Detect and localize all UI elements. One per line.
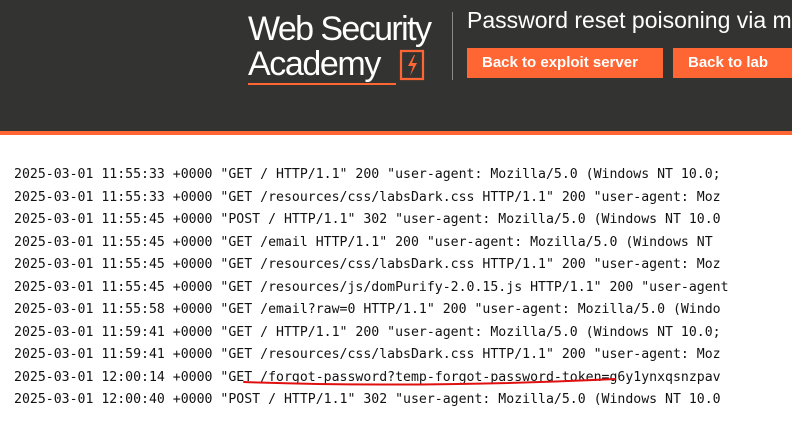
log-line: 2025-03-01 11:55:45 +0000 "GET /resource… bbox=[14, 279, 729, 295]
lab-title: Password reset poisoning via m bbox=[467, 7, 792, 33]
log-line: 2025-03-01 12:00:14 +0000 "GET /forgot-p… bbox=[14, 369, 721, 385]
log-line: 2025-03-01 11:55:58 +0000 "GET /email?ra… bbox=[14, 302, 721, 317]
log-line: 2025-03-01 11:55:45 +0000 "POST / HTTP/1… bbox=[14, 212, 721, 227]
log-line: 2025-03-01 11:55:33 +0000 "GET / HTTP/1.… bbox=[14, 167, 721, 182]
lightning-bolt-icon bbox=[399, 49, 425, 81]
back-to-lab-button[interactable]: Back to lab bbox=[673, 48, 792, 78]
logo-text-line2: Academy bbox=[248, 45, 381, 83]
logo-text-line1: Web Security bbox=[248, 10, 432, 48]
log-line: 2025-03-01 11:55:45 +0000 "GET /resource… bbox=[14, 257, 721, 272]
back-to-exploit-server-button[interactable]: Back to exploit server bbox=[467, 48, 663, 78]
log-line: 2025-03-01 11:55:45 +0000 "GET /email HT… bbox=[14, 234, 713, 250]
log-line: 2025-03-01 11:59:41 +0000 "GET /resource… bbox=[14, 347, 721, 362]
header-divider bbox=[452, 12, 453, 80]
header-accent-bar bbox=[0, 131, 792, 135]
log-line: 2025-03-01 12:00:40 +0000 "POST / HTTP/1… bbox=[14, 392, 721, 407]
log-line: 2025-03-01 11:59:41 +0000 "GET / HTTP/1.… bbox=[14, 324, 721, 340]
log-line: 2025-03-01 11:55:33 +0000 "GET /resource… bbox=[14, 189, 721, 205]
access-log: 2025-03-01 11:55:33 +0000 "GET / HTTP/1.… bbox=[14, 164, 792, 412]
site-header: Web Security Academy Password reset pois… bbox=[0, 0, 792, 131]
web-security-academy-logo[interactable]: Web Security Academy bbox=[248, 11, 448, 85]
logo-underline bbox=[248, 83, 396, 85]
